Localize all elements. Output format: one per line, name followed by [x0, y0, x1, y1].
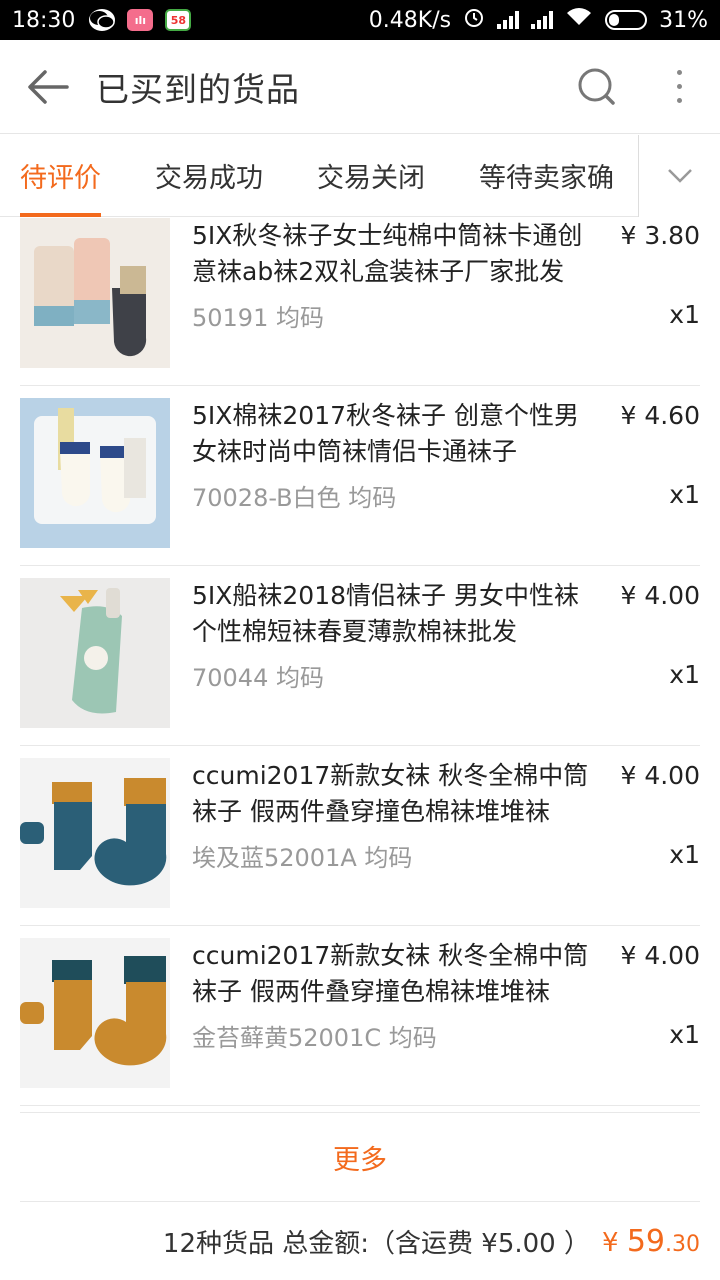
order-status-tabs: 待评价 交易成功 交易关闭 等待卖家确	[0, 135, 720, 217]
order-item[interactable]: 5IX秋冬袜子女士纯棉中筒袜卡通创意袜ab袜2双礼盒装袜子厂家批发 50191 …	[20, 216, 700, 386]
order-item[interactable]: 5IX棉袜2017秋冬袜子 创意个性男女袜时尚中筒袜情侣卡通袜子 70028-B…	[20, 386, 700, 566]
product-image[interactable]	[20, 578, 170, 728]
product-info: 5IX船袜2018情侣袜子 男女中性袜个性棉短袜春夏薄款棉袜批发 70044 均…	[170, 578, 700, 745]
tab-trade-success[interactable]: 交易成功	[155, 135, 263, 217]
order-item[interactable]: ccumi2017新款女袜 秋冬全棉中筒袜子 假两件叠穿撞色棉袜堆堆袜 埃及蓝5…	[20, 746, 700, 926]
product-image[interactable]	[20, 758, 170, 908]
search-icon	[578, 68, 615, 105]
product-price: ¥ 4.60	[620, 401, 700, 430]
product-info: ccumi2017新款女袜 秋冬全棉中筒袜子 假两件叠穿撞色棉袜堆堆袜 金苔藓黄…	[170, 938, 700, 1105]
signal-icon-1	[497, 11, 520, 29]
app-58-icon: 58	[165, 9, 192, 31]
order-total: 12种货品 总金额:（含运费 ¥5.00 ） ¥ 59.30	[163, 1206, 700, 1276]
product-spec: 埃及蓝52001A 均码	[192, 844, 413, 872]
product-name: 5IX棉袜2017秋冬袜子 创意个性男女袜时尚中筒袜情侣卡通袜子	[192, 401, 579, 466]
tabs-expand-button[interactable]	[638, 135, 720, 217]
total-summary-text: 12种货品 总金额:（含运费 ¥5.00 ）	[162, 1228, 590, 1259]
page-title: 已买到的货品	[96, 69, 300, 109]
more-menu-button[interactable]	[638, 40, 720, 134]
chevron-down-icon	[667, 169, 692, 183]
product-spec: 50191 均码	[192, 304, 324, 332]
product-image[interactable]	[20, 218, 170, 368]
product-name: 5IX船袜2018情侣袜子 男女中性袜个性棉短袜春夏薄款棉袜批发	[192, 581, 579, 646]
product-name: ccumi2017新款女袜 秋冬全棉中筒袜子 假两件叠穿撞色棉袜堆堆袜	[192, 761, 589, 826]
product-info: 5IX秋冬袜子女士纯棉中筒袜卡通创意袜ab袜2双礼盒装袜子厂家批发 50191 …	[170, 218, 700, 385]
wifi-icon	[565, 7, 593, 33]
product-quantity: x1	[669, 660, 700, 689]
product-price: ¥ 4.00	[620, 941, 700, 970]
total-amount: ¥ 59.30	[602, 1224, 700, 1259]
total-currency: ¥	[602, 1227, 619, 1258]
app-header: 已买到的货品	[0, 40, 720, 134]
product-name: ccumi2017新款女袜 秋冬全棉中筒袜子 假两件叠穿撞色棉袜堆堆袜	[192, 941, 589, 1006]
arrow-left-icon	[28, 69, 69, 104]
product-info: ccumi2017新款女袜 秋冬全棉中筒袜子 假两件叠穿撞色棉袜堆堆袜 埃及蓝5…	[170, 758, 700, 925]
product-spec: 金苔藓黄52001C 均码	[192, 1024, 437, 1052]
total-amount-decimal: .30	[665, 1231, 700, 1257]
product-info: 5IX棉袜2017秋冬袜子 创意个性男女袜时尚中筒袜情侣卡通袜子 70028-B…	[170, 398, 700, 565]
product-quantity: x1	[669, 840, 700, 869]
product-image[interactable]	[20, 938, 170, 1088]
order-item-list: 5IX秋冬袜子女士纯棉中筒袜卡通创意袜ab袜2双礼盒装袜子厂家批发 50191 …	[20, 218, 700, 1106]
load-more-button[interactable]: 更多	[20, 1112, 700, 1202]
battery-level: 31%	[659, 7, 708, 33]
more-vertical-icon	[676, 70, 682, 103]
wechat-icon	[89, 9, 116, 31]
product-quantity: x1	[669, 300, 700, 329]
order-item[interactable]: 5IX船袜2018情侣袜子 男女中性袜个性棉短袜春夏薄款棉袜批发 70044 均…	[20, 566, 700, 746]
status-bar: 18:30 ılı 58 0.48K/s 31%	[0, 0, 720, 40]
product-quantity: x1	[669, 1020, 700, 1049]
signal-icon-2	[531, 11, 554, 29]
status-time: 18:30	[12, 7, 76, 33]
order-item[interactable]: ccumi2017新款女袜 秋冬全棉中筒袜子 假两件叠穿撞色棉袜堆堆袜 金苔藓黄…	[20, 926, 700, 1106]
product-price: ¥ 4.00	[620, 581, 700, 610]
tab-awaiting-seller[interactable]: 等待卖家确	[479, 135, 614, 217]
product-name: 5IX秋冬袜子女士纯棉中筒袜卡通创意袜ab袜2双礼盒装袜子厂家批发	[192, 221, 583, 286]
total-amount-integer: 59	[626, 1223, 665, 1259]
product-spec: 70028-B白色 均码	[192, 484, 397, 512]
back-button[interactable]	[0, 40, 96, 134]
battery-icon	[605, 10, 648, 30]
tab-trade-closed[interactable]: 交易关闭	[317, 135, 425, 217]
product-spec: 70044 均码	[192, 664, 324, 692]
alarm-icon	[463, 6, 485, 34]
search-button[interactable]	[556, 40, 638, 134]
product-quantity: x1	[669, 480, 700, 509]
tab-pending-review[interactable]: 待评价	[20, 135, 101, 217]
product-image[interactable]	[20, 398, 170, 548]
network-speed: 0.48K/s	[368, 7, 452, 33]
product-price: ¥ 3.80	[620, 221, 700, 250]
bilibili-icon: ılı	[127, 9, 154, 31]
product-price: ¥ 4.00	[620, 761, 700, 790]
